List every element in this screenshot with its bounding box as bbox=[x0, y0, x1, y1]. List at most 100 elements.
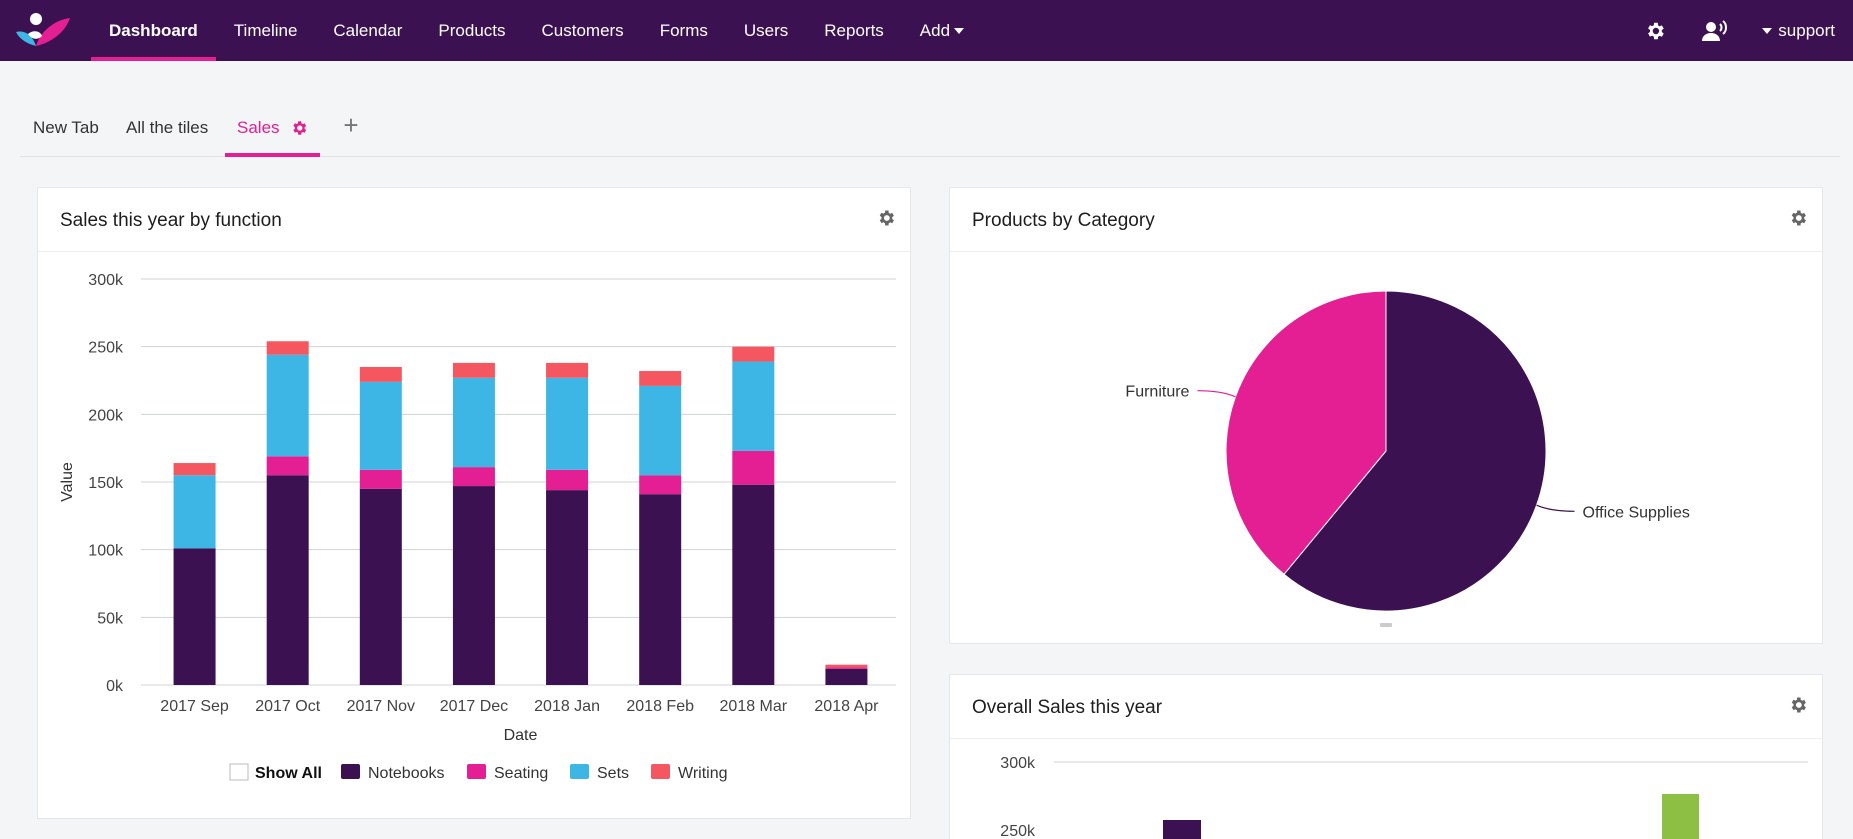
bar-segment-sets bbox=[546, 377, 589, 470]
gear-icon[interactable] bbox=[1788, 208, 1808, 228]
bar-segment-writing bbox=[546, 362, 589, 378]
tab-new-tab[interactable]: New Tab bbox=[33, 100, 99, 156]
gear-icon[interactable] bbox=[1642, 18, 1668, 44]
legend-show-all[interactable]: Show All bbox=[229, 763, 322, 782]
x-tick-label: 2018 Jan bbox=[534, 698, 600, 715]
legend-label: Show All bbox=[255, 765, 322, 782]
x-tick-label: 2017 Oct bbox=[255, 698, 320, 715]
x-tick-label: 2017 Sep bbox=[160, 698, 229, 715]
x-tick-label: 2017 Dec bbox=[440, 698, 509, 715]
bar-segment-writing bbox=[359, 366, 402, 382]
bar-segment-sets bbox=[359, 381, 402, 470]
overall-sales-card: Overall Sales this year 300k 250k bbox=[949, 674, 1823, 839]
bar-segment-notebooks bbox=[173, 548, 216, 685]
pie-slice-label: Office Supplies bbox=[1583, 504, 1690, 521]
nav-item-add[interactable]: Add bbox=[902, 0, 982, 61]
nav-item-timeline[interactable]: Timeline bbox=[216, 0, 316, 61]
bar-segment-sets bbox=[266, 354, 309, 457]
y-tick-label: 100k bbox=[88, 543, 124, 560]
tab-all-the-tiles[interactable]: All the tiles bbox=[126, 100, 208, 156]
legend-swatch bbox=[651, 764, 670, 779]
y-tick-label: 250k bbox=[1000, 823, 1036, 839]
bar-segment-sets bbox=[452, 377, 495, 468]
gear-icon[interactable] bbox=[876, 208, 896, 228]
bar-segment-notebooks bbox=[639, 494, 682, 685]
x-tick-label: 2017 Nov bbox=[347, 698, 416, 715]
sales-by-function-card: Sales this year by function 0k 50k 100k 150… bbox=[37, 187, 911, 819]
nav-item-dashboard[interactable]: Dashboard bbox=[91, 0, 216, 61]
overall-sales-chart: 300k 250k bbox=[1000, 755, 1808, 839]
bar-segment-notebooks bbox=[266, 475, 309, 685]
bar-segment-writing bbox=[639, 371, 682, 386]
legend-swatch bbox=[341, 764, 360, 779]
y-tick-label: 200k bbox=[88, 407, 124, 424]
bar-segment-notebooks bbox=[452, 486, 495, 685]
bar-segment-writing bbox=[266, 341, 309, 355]
y-tick-label: 300k bbox=[1000, 755, 1036, 772]
bar-segment-notebooks bbox=[732, 484, 775, 685]
app-logo[interactable] bbox=[14, 12, 72, 48]
bar-segment-seating bbox=[266, 456, 309, 476]
y-tick-label: 0k bbox=[106, 678, 124, 695]
pie-slice-label: Furniture bbox=[1125, 384, 1189, 401]
nav-item-calendar[interactable]: Calendar bbox=[315, 0, 420, 61]
nav-item-reports[interactable]: Reports bbox=[806, 0, 902, 61]
bar-segment-sets bbox=[639, 385, 682, 476]
user-name: support bbox=[1778, 20, 1835, 40]
card-title: Overall Sales this year bbox=[972, 697, 1163, 718]
legend-label: Writing bbox=[678, 765, 728, 782]
bar-segment-seating bbox=[359, 469, 402, 489]
bar-segment-sets bbox=[732, 361, 775, 451]
gear-icon[interactable] bbox=[1788, 695, 1808, 715]
sales-by-function-chart: 0k 50k 100k 150k 200k 250k 300k Value 2017 Sep 20… bbox=[59, 272, 896, 782]
dashboard-tabs: New Tab All the tiles Sales + bbox=[20, 100, 1840, 157]
legend-label: Sets bbox=[597, 765, 629, 782]
legend-label: Seating bbox=[494, 765, 548, 782]
y-tick-label: 150k bbox=[88, 475, 124, 492]
user-menu[interactable]: support bbox=[1762, 21, 1835, 41]
bar-segment-notebooks bbox=[546, 490, 589, 685]
pie-label-connector bbox=[1197, 390, 1236, 398]
card-title: Products by Category bbox=[972, 210, 1155, 231]
user-voice-icon[interactable] bbox=[1702, 18, 1728, 44]
card-title: Sales this year by function bbox=[60, 210, 282, 231]
bar-segment-writing bbox=[173, 463, 216, 476]
legend-item-sets[interactable]: Sets bbox=[570, 764, 629, 782]
bar-segment-seating bbox=[825, 667, 868, 669]
legend-swatch bbox=[467, 764, 486, 779]
nav-item-customers[interactable]: Customers bbox=[524, 0, 642, 61]
nav-item-forms[interactable]: Forms bbox=[642, 0, 726, 61]
x-tick-label: 2018 Mar bbox=[720, 698, 788, 715]
y-tick-label: 250k bbox=[88, 340, 124, 357]
x-tick-label: 2018 Feb bbox=[626, 698, 694, 715]
tab-sales[interactable]: Sales bbox=[225, 100, 320, 157]
y-tick-label: 50k bbox=[97, 610, 124, 627]
bar-segment-notebooks bbox=[825, 668, 868, 685]
legend-item-writing[interactable]: Writing bbox=[651, 764, 728, 782]
bar-segment-seating bbox=[546, 469, 589, 491]
add-tab-plus-icon[interactable]: + bbox=[336, 112, 366, 142]
checkbox bbox=[229, 763, 249, 781]
legend-item-notebooks[interactable]: Notebooks bbox=[341, 764, 445, 782]
bar-segment-writing bbox=[732, 346, 775, 362]
tab-settings-gear-icon[interactable] bbox=[290, 119, 308, 137]
bar bbox=[1163, 820, 1201, 839]
bar-segment-sets bbox=[173, 475, 216, 549]
bar-segment-writing bbox=[452, 362, 495, 378]
products-by-category-card: Products by Category Office Supplies Furn… bbox=[949, 187, 1823, 644]
pie-scroll-handle bbox=[1380, 623, 1392, 627]
bar-segment-seating bbox=[452, 467, 495, 487]
top-navbar: Dashboard Timeline Calendar Products Custome… bbox=[0, 0, 1853, 61]
bar-segment-seating bbox=[732, 450, 775, 485]
legend-label: Notebooks bbox=[368, 765, 445, 782]
products-by-category-chart: Office Supplies Furniture bbox=[1125, 290, 1690, 627]
legend-item-seating[interactable]: Seating bbox=[467, 764, 548, 782]
y-tick-label: 300k bbox=[88, 272, 124, 289]
pie-label-connector bbox=[1536, 504, 1575, 512]
nav-item-users[interactable]: Users bbox=[726, 0, 806, 61]
nav-item-products[interactable]: Products bbox=[420, 0, 523, 61]
y-axis-label: Value bbox=[59, 462, 76, 502]
x-axis-label: Date bbox=[504, 727, 538, 744]
bar-segment-writing bbox=[825, 664, 868, 668]
chevron-down-icon bbox=[1762, 27, 1773, 34]
